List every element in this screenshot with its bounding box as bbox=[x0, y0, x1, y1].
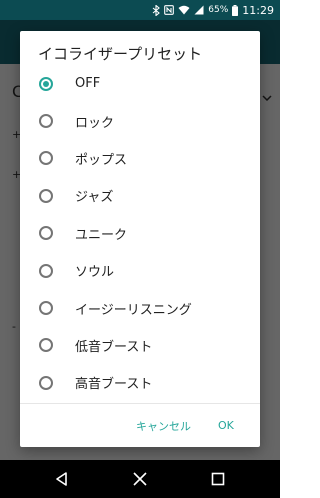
preset-option-soul[interactable]: ソウル bbox=[20, 252, 260, 289]
preset-option-jazz[interactable]: ジャズ bbox=[20, 177, 260, 214]
preset-option-label: 高音ブースト bbox=[75, 377, 153, 393]
preset-option-label: ソウル bbox=[75, 265, 115, 281]
cancel-button[interactable]: キャンセル bbox=[136, 404, 191, 447]
clock: 11:29 bbox=[242, 3, 274, 17]
status-icons: 65% 11:29 bbox=[152, 0, 274, 20]
preset-option-unique[interactable]: ユニーク bbox=[20, 215, 260, 252]
bluetooth-icon bbox=[152, 4, 161, 16]
preset-option-easy-listening[interactable]: イージーリスニング bbox=[20, 289, 260, 326]
preset-option-treble-boost[interactable]: 高音ブースト bbox=[20, 364, 260, 401]
battery-icon bbox=[232, 4, 239, 16]
preset-option-pops[interactable]: ポップス bbox=[20, 140, 260, 177]
preset-option-label: ロック bbox=[75, 115, 115, 131]
preset-option-label: OFF bbox=[75, 76, 101, 92]
radio-unchecked-icon[interactable] bbox=[39, 263, 53, 278]
preset-option-rock[interactable]: ロック bbox=[20, 102, 260, 139]
radio-unchecked-icon[interactable] bbox=[39, 301, 53, 316]
radio-unchecked-icon[interactable] bbox=[39, 151, 53, 166]
battery-percent: 65% bbox=[208, 5, 229, 15]
preset-option-label: ユニーク bbox=[75, 227, 128, 243]
status-bar: 65% 11:29 bbox=[0, 0, 280, 20]
preset-option-off[interactable]: OFF bbox=[20, 65, 260, 102]
preset-option-bass-boost[interactable]: 低音ブースト bbox=[20, 327, 260, 364]
radio-unchecked-icon[interactable] bbox=[39, 226, 53, 241]
signal-icon bbox=[194, 5, 204, 15]
equalizer-preset-dialog: イコライザープリセット OFF ロック ポップス ジャズ ユニーク ソウル イー… bbox=[20, 31, 260, 447]
screen: C + + - 65% bbox=[0, 0, 280, 498]
recent-apps-icon[interactable] bbox=[210, 471, 226, 487]
preset-option-label: ジャズ bbox=[75, 190, 114, 206]
nfc-icon bbox=[164, 5, 175, 15]
ok-button[interactable]: OK bbox=[218, 404, 234, 447]
preset-option-label: イージーリスニング bbox=[75, 302, 192, 318]
radio-unchecked-icon[interactable] bbox=[39, 188, 53, 203]
dialog-actions: キャンセル OK bbox=[20, 404, 260, 447]
wifi-icon bbox=[178, 5, 190, 15]
navigation-bar bbox=[0, 460, 280, 498]
preset-option-label: ポップス bbox=[75, 152, 128, 168]
radio-unchecked-icon[interactable] bbox=[39, 114, 53, 129]
home-icon[interactable] bbox=[132, 471, 148, 487]
preset-option-label: 低音ブースト bbox=[75, 339, 153, 355]
radio-unchecked-icon[interactable] bbox=[39, 375, 53, 390]
dialog-title: イコライザープリセット bbox=[38, 45, 203, 63]
back-icon[interactable] bbox=[54, 471, 70, 487]
preset-options: OFF ロック ポップス ジャズ ユニーク ソウル イージーリスニング 低音ブー… bbox=[20, 65, 260, 402]
radio-checked-icon[interactable] bbox=[39, 76, 53, 91]
radio-unchecked-icon[interactable] bbox=[39, 338, 53, 353]
